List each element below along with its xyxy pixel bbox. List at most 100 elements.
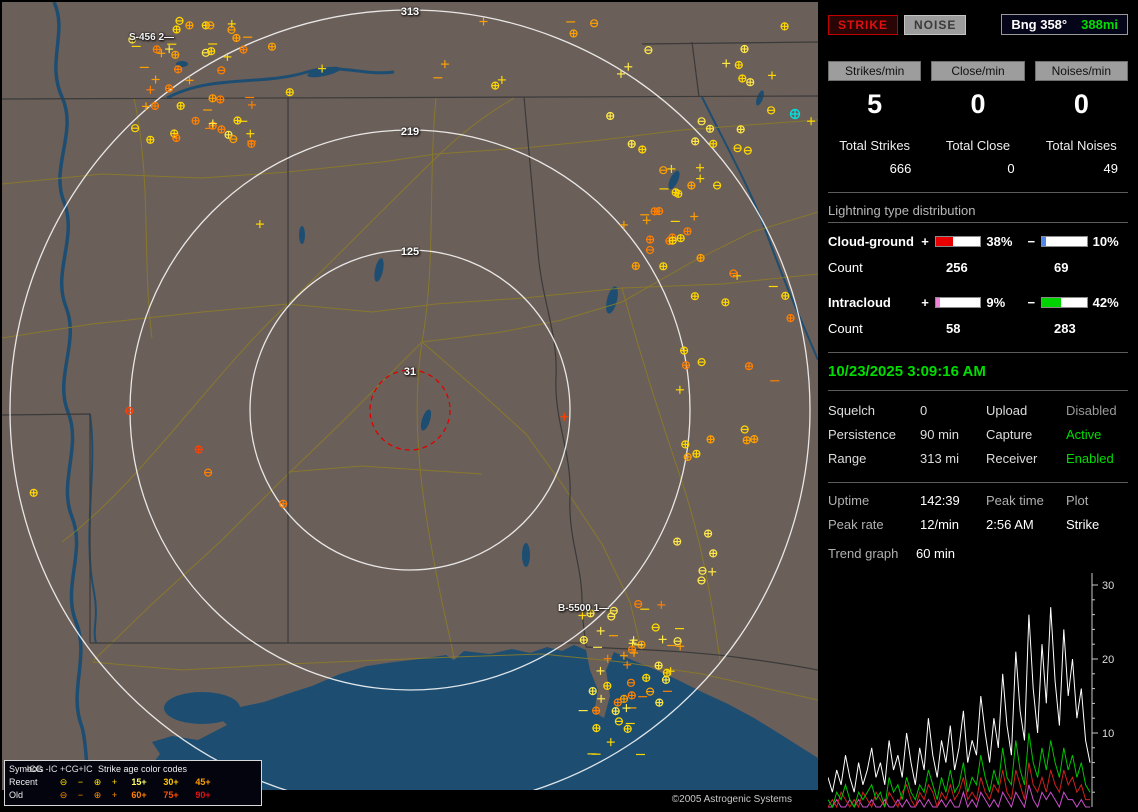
strike-symbol bbox=[185, 21, 194, 30]
strike-symbol bbox=[232, 33, 241, 43]
trend-graph-svg: 10 20 30 bbox=[827, 573, 1114, 808]
close-per-min-value: 0 bbox=[970, 89, 986, 119]
strike-symbol bbox=[780, 22, 789, 31]
strike-symbol bbox=[662, 668, 672, 678]
strike-symbol bbox=[125, 406, 134, 415]
count-label: Count bbox=[828, 260, 863, 275]
strike-symbol bbox=[128, 35, 137, 44]
strike-symbol bbox=[29, 488, 38, 497]
uptime-value: 142:39 bbox=[920, 493, 960, 508]
receiver-label: Receiver bbox=[986, 451, 1038, 466]
range-label: Range bbox=[828, 451, 867, 466]
strikes-per-min-header: Strikes/min bbox=[828, 61, 922, 81]
strike-symbol bbox=[659, 262, 668, 271]
trend-graph-label: Trend graph bbox=[828, 546, 899, 561]
strike-symbol bbox=[736, 125, 745, 134]
strike-symbol bbox=[606, 111, 615, 121]
noises-per-min-value: 0 bbox=[1073, 89, 1089, 119]
strike-symbol bbox=[742, 436, 751, 445]
strike-symbol bbox=[569, 29, 578, 38]
cloud-ground-count-row: Count 256 69 bbox=[828, 260, 1128, 275]
ic-minus-percent: 42% bbox=[1092, 295, 1119, 310]
legend-age-value: 30+ bbox=[163, 777, 179, 787]
cg-minus-percent: 10% bbox=[1092, 234, 1119, 249]
strike-symbol bbox=[239, 45, 248, 54]
strike-symbol bbox=[247, 139, 256, 148]
cg-plus-bar-fill bbox=[935, 237, 953, 246]
strike-symbol bbox=[217, 125, 226, 134]
strike-symbol bbox=[592, 723, 601, 733]
ic-plus-percent: 9% bbox=[986, 295, 1006, 310]
status-panel: STRIKE NOISE Bng 358° 388mi Strikes/min … bbox=[820, 2, 1136, 808]
strike-symbol bbox=[603, 681, 612, 691]
legend-age-value: 15+ bbox=[131, 777, 147, 787]
strike-symbol bbox=[781, 291, 790, 300]
strike-symbol bbox=[172, 133, 181, 143]
strike-symbol bbox=[174, 65, 183, 74]
cg-plus-percent: 38% bbox=[986, 234, 1013, 249]
nexstorm-window: 313 219 125 31 S-456 2— B-5500 1— ©2005 Astro… bbox=[0, 0, 1138, 812]
total-close-label: Total Close bbox=[945, 138, 1011, 153]
datetime-display: 10/23/2025 3:09:16 AM bbox=[828, 363, 986, 380]
strike-mode-button[interactable]: STRIKE bbox=[828, 14, 899, 35]
uptime-grid: Uptime 142:39 Peak time Plot Peak rate 1… bbox=[828, 493, 1128, 532]
strike-symbol bbox=[691, 137, 700, 146]
divider bbox=[828, 192, 1128, 193]
strike-symbol bbox=[738, 74, 747, 83]
cg-minus-bar-fill bbox=[1042, 237, 1047, 246]
strike-symbol bbox=[744, 362, 754, 371]
strike-symbol bbox=[627, 139, 636, 149]
strike-symbol bbox=[705, 124, 715, 133]
strike-symbol bbox=[703, 529, 713, 538]
legend-symbol-icon: − bbox=[77, 790, 84, 800]
strike-symbol bbox=[591, 706, 601, 715]
legend-symbol-icon: ⊕ bbox=[93, 777, 102, 787]
strike-symbol bbox=[233, 116, 242, 125]
noises-per-min-header: Noises/min bbox=[1034, 61, 1128, 81]
ic-minus-count: 283 bbox=[1054, 321, 1076, 336]
mode-toolbar: STRIKE NOISE Bng 358° 388mi bbox=[828, 14, 1128, 35]
strike-symbol bbox=[579, 635, 588, 645]
ic-plus-bar-fill bbox=[935, 298, 940, 307]
noise-mode-button[interactable]: NOISE bbox=[904, 14, 967, 35]
strike-symbol bbox=[171, 50, 180, 59]
legend-symbol-icon: ⊕ bbox=[93, 790, 102, 800]
strike-symbol bbox=[709, 139, 718, 148]
strike-symbol bbox=[683, 452, 692, 462]
strike-symbol bbox=[661, 675, 671, 685]
strike-symbol bbox=[642, 673, 651, 683]
sensor-marker-icon bbox=[789, 108, 801, 120]
ic-minus-bar bbox=[1041, 297, 1088, 308]
map-svg bbox=[2, 2, 818, 808]
strike-symbol bbox=[279, 499, 288, 508]
squelch-value: 0 bbox=[920, 403, 928, 418]
strike-symbol bbox=[696, 253, 705, 263]
divider bbox=[828, 352, 1128, 353]
trace-magenta bbox=[828, 784, 1090, 808]
persistence-value: 90 min bbox=[920, 427, 960, 442]
legend-header: +IC bbox=[78, 764, 93, 774]
close-per-min-header: Close/min bbox=[931, 61, 1025, 81]
ic-minus-bar-fill bbox=[1042, 298, 1061, 307]
strikes-per-min-value: 5 bbox=[867, 89, 883, 119]
capture-status: Active bbox=[1066, 427, 1102, 442]
strike-symbol bbox=[172, 25, 181, 34]
strike-symbol bbox=[267, 42, 277, 51]
intracloud-label: Intracloud bbox=[828, 295, 891, 310]
ic-plus-bar bbox=[934, 297, 982, 308]
trend-graph: 10 20 30 bbox=[827, 569, 1128, 808]
legend-header: Symbols bbox=[9, 764, 44, 774]
strike-symbol bbox=[687, 181, 696, 190]
strike-symbol bbox=[627, 691, 636, 700]
strike-symbol bbox=[152, 45, 161, 54]
svg-text:30: 30 bbox=[1102, 580, 1114, 592]
persistence-label: Persistence bbox=[828, 427, 896, 442]
divider bbox=[828, 482, 1128, 483]
legend-row-label: Old bbox=[9, 790, 24, 800]
legend-age-value: 90+ bbox=[195, 790, 211, 800]
symbol-legend: Symbols -CG -IC +CG +IC Strike age color code… bbox=[4, 760, 262, 806]
strike-symbol bbox=[734, 60, 743, 70]
map-display[interactable]: 313 219 125 31 S-456 2— B-5500 1— ©2005 Astro… bbox=[2, 2, 818, 808]
legend-header: -IC bbox=[45, 764, 58, 774]
totals: Total Strikes 666 Total Close 0 Total No… bbox=[828, 138, 1128, 176]
